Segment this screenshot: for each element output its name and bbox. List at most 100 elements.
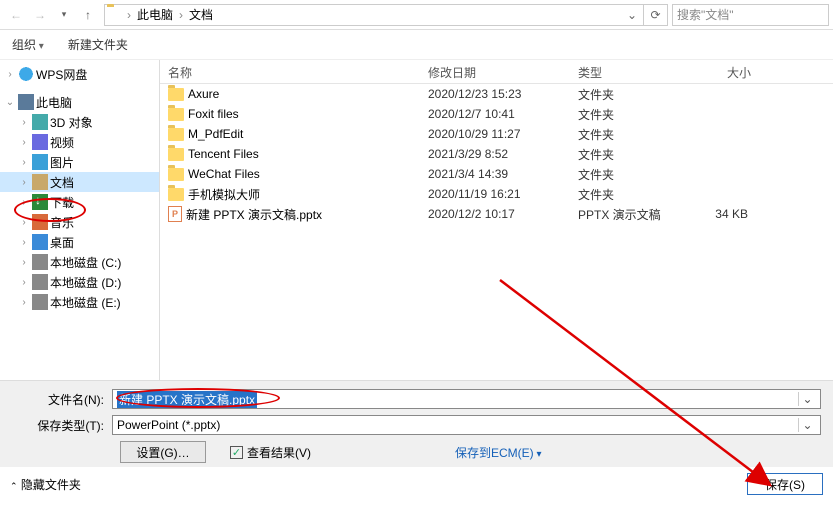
folder-icon [168, 128, 184, 141]
folder-icon [168, 168, 184, 181]
dropdown-icon[interactable]: ⌄ [798, 418, 816, 432]
file-row[interactable]: 手机模拟大师 2020/11/19 16:21文件夹 [160, 184, 833, 204]
file-name: WeChat Files [188, 167, 260, 181]
filename-input[interactable]: 新建 PPTX 演示文稿.pptx ⌄ [112, 389, 821, 409]
settings-button[interactable]: 设置(G)… [120, 441, 206, 463]
sidebar-label: 桌面 [50, 234, 74, 251]
file-size: 34 KB [680, 207, 760, 221]
sidebar-item-3d[interactable]: ›3D 对象 [0, 112, 159, 132]
collapse-icon[interactable]: ⌄ [4, 97, 16, 108]
picture-icon [32, 154, 48, 170]
file-date: 2020/11/19 16:21 [420, 187, 570, 201]
filetype-select[interactable]: PowerPoint (*.pptx) ⌄ [112, 415, 821, 435]
col-size[interactable]: 大小 [680, 60, 760, 83]
organize-menu[interactable]: 组织 [12, 36, 44, 53]
save-button[interactable]: 保存(S) [747, 473, 823, 495]
address-dropdown[interactable]: ⌄ [623, 8, 641, 22]
file-row[interactable]: WeChat Files 2021/3/4 14:39文件夹 [160, 164, 833, 184]
sidebar: › WPS网盘 ⌄ 此电脑 ›3D 对象 ›视频 ›图片 ›文档 ›下载 ›音乐… [0, 60, 160, 380]
sidebar-item-disk-c[interactable]: ›本地磁盘 (C:) [0, 252, 159, 272]
file-row[interactable]: M_PdfEdit2020/10/29 11:27文件夹 [160, 124, 833, 144]
filetype-row: 保存类型(T): PowerPoint (*.pptx) ⌄ [12, 415, 821, 435]
sidebar-item-desktop[interactable]: ›桌面 [0, 232, 159, 252]
document-icon [32, 174, 48, 190]
main-body: › WPS网盘 ⌄ 此电脑 ›3D 对象 ›视频 ›图片 ›文档 ›下载 ›音乐… [0, 60, 833, 380]
sidebar-item-music[interactable]: ›音乐 [0, 212, 159, 232]
file-name: 手机模拟大师 [188, 186, 260, 203]
file-list: 名称 修改日期 类型 大小 Axure2020/12/23 15:23文件夹Fo… [160, 60, 833, 380]
sidebar-label: 下载 [50, 194, 74, 211]
sidebar-item-video[interactable]: ›视频 [0, 132, 159, 152]
pptx-icon [168, 206, 182, 222]
filename-row: 文件名(N): 新建 PPTX 演示文稿.pptx ⌄ [12, 389, 821, 409]
sidebar-label: 本地磁盘 (D:) [50, 274, 121, 291]
search-placeholder: 搜索"文档" [677, 6, 734, 23]
crumb-root[interactable]: 此电脑 [133, 6, 177, 23]
address-bar: ← → ▾ ↑ › 此电脑 › 文档 ⌄ ⟳ 搜索"文档" [0, 0, 833, 30]
download-icon [32, 194, 48, 210]
sidebar-label: 3D 对象 [50, 114, 93, 131]
filetype-label: 保存类型(T): [12, 417, 112, 434]
filename-value: 新建 PPTX 演示文稿.pptx [117, 391, 257, 408]
sidebar-item-documents[interactable]: ›文档 [0, 172, 159, 192]
refresh-button[interactable]: ⟳ [644, 4, 668, 26]
sidebar-item-downloads[interactable]: ›下载 [0, 192, 159, 212]
up-button[interactable]: ↑ [76, 3, 100, 27]
recent-dropdown[interactable]: ▾ [52, 3, 76, 27]
file-type: 文件夹 [570, 186, 680, 203]
col-name[interactable]: 名称 [160, 60, 420, 83]
filetype-value: PowerPoint (*.pptx) [117, 418, 220, 432]
chevron-right-icon[interactable]: › [125, 8, 133, 22]
search-input[interactable]: 搜索"文档" [672, 4, 829, 26]
hide-folders-link[interactable]: ⌃ 隐藏文件夹 [10, 476, 81, 493]
sidebar-item-disk-d[interactable]: ›本地磁盘 (D:) [0, 272, 159, 292]
back-button[interactable]: ← [4, 3, 28, 27]
dropdown-icon[interactable]: ⌄ [798, 392, 816, 406]
footer: ⌃ 隐藏文件夹 保存(S) [0, 467, 833, 501]
file-type: 文件夹 [570, 126, 680, 143]
view-result-checkbox[interactable]: ✓ 查看结果(V) [230, 444, 311, 461]
file-date: 2020/12/2 10:17 [420, 207, 570, 221]
file-type: PPTX 演示文稿 [570, 206, 680, 223]
sidebar-item-pc[interactable]: ⌄ 此电脑 [0, 92, 159, 112]
new-folder-button[interactable]: 新建文件夹 [68, 36, 128, 53]
sidebar-item-disk-e[interactable]: ›本地磁盘 (E:) [0, 292, 159, 312]
col-date[interactable]: 修改日期 [420, 60, 570, 83]
chevron-right-icon[interactable]: › [177, 8, 185, 22]
pc-icon [18, 94, 34, 110]
sidebar-label: 本地磁盘 (C:) [50, 254, 121, 271]
video-icon [32, 134, 48, 150]
file-date: 2020/12/23 15:23 [420, 87, 570, 101]
sidebar-label: 本地磁盘 (E:) [50, 294, 121, 311]
crumb-current[interactable]: 文档 [185, 6, 217, 23]
expand-icon[interactable]: › [4, 69, 16, 80]
sidebar-item-pictures[interactable]: ›图片 [0, 152, 159, 172]
file-type: 文件夹 [570, 86, 680, 103]
folder-icon [168, 108, 184, 121]
disk-icon [32, 254, 48, 270]
disk-icon [32, 294, 48, 310]
music-icon [32, 214, 48, 230]
file-name: Axure [188, 87, 219, 101]
file-date: 2021/3/29 8:52 [420, 147, 570, 161]
file-row[interactable]: 新建 PPTX 演示文稿.pptx2020/12/2 10:17PPTX 演示文… [160, 204, 833, 224]
save-ecm-link[interactable]: 保存到ECM(E) [455, 444, 541, 461]
file-type: 文件夹 [570, 106, 680, 123]
save-panel: 文件名(N): 新建 PPTX 演示文稿.pptx ⌄ 保存类型(T): Pow… [0, 380, 833, 467]
desktop-icon [32, 234, 48, 250]
file-row[interactable]: Tencent Files2021/3/29 8:52文件夹 [160, 144, 833, 164]
sidebar-item-wps[interactable]: › WPS网盘 [0, 64, 159, 84]
sidebar-label: WPS网盘 [36, 66, 87, 83]
toolbar: 组织 新建文件夹 [0, 30, 833, 60]
file-name: Tencent Files [188, 147, 259, 161]
forward-button[interactable]: → [28, 3, 52, 27]
file-row[interactable]: Foxit files2020/12/7 10:41文件夹 [160, 104, 833, 124]
options-row: 设置(G)… ✓ 查看结果(V) 保存到ECM(E) [12, 441, 821, 463]
filename-label: 文件名(N): [12, 391, 112, 408]
file-row[interactable]: Axure 2020/12/23 15:23文件夹 [160, 84, 833, 104]
file-type: 文件夹 [570, 166, 680, 183]
col-type[interactable]: 类型 [570, 60, 680, 83]
address-field[interactable]: › 此电脑 › 文档 ⌄ [104, 4, 644, 26]
column-headers: 名称 修改日期 类型 大小 [160, 60, 833, 84]
file-date: 2021/3/4 14:39 [420, 167, 570, 181]
